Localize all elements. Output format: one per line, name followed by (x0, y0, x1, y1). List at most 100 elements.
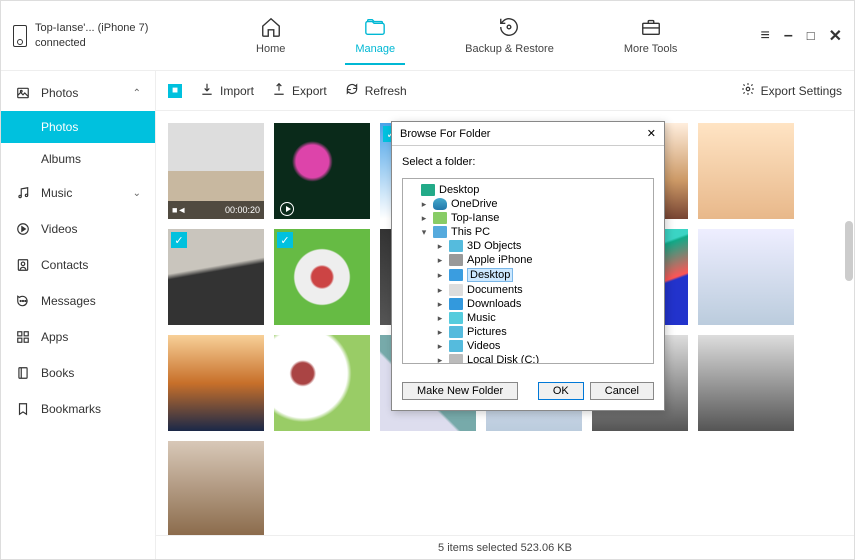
device-info[interactable]: Top-Ianse'... (iPhone 7) connected (13, 21, 173, 50)
tree-onedrive[interactable]: ▸OneDrive (407, 197, 649, 211)
sidebar-contacts-label: Contacts (41, 258, 88, 272)
menu-icon[interactable]: ≡ (760, 27, 769, 45)
disk-icon (449, 354, 463, 364)
select-all-checkbox[interactable]: ■ (168, 84, 182, 98)
expand-icon[interactable]: ▸ (435, 255, 445, 266)
music-folder-icon (449, 312, 463, 324)
nav-backup[interactable]: Backup & Restore (455, 7, 564, 65)
music-icon (15, 185, 31, 201)
bookmarks-icon (15, 401, 31, 417)
main-nav: Home Manage Backup & Restore More Tools (173, 7, 760, 65)
folder-icon (363, 15, 387, 39)
folder-tree[interactable]: Desktop ▸OneDrive ▸Top-Ianse ▾This PC ▸3… (402, 178, 654, 364)
dialog-buttons: Make New Folder OK Cancel (392, 374, 664, 410)
dialog-close-icon[interactable]: ✕ (647, 127, 656, 140)
videos-folder-icon (449, 340, 463, 352)
sidebar-bookmarks[interactable]: Bookmarks (1, 391, 155, 427)
refresh-label: Refresh (365, 84, 407, 98)
backup-icon (497, 15, 521, 39)
dialog-body: Select a folder: Desktop ▸OneDrive ▸Top-… (392, 146, 664, 374)
import-icon (200, 82, 214, 99)
tree-apple-iphone[interactable]: ▸Apple iPhone (407, 253, 649, 267)
photo-thumb[interactable] (698, 229, 794, 325)
expand-icon[interactable]: ▸ (435, 285, 445, 296)
ok-button[interactable]: OK (538, 382, 584, 400)
photo-thumb[interactable] (168, 441, 264, 535)
browse-folder-dialog: Browse For Folder ✕ Select a folder: Des… (391, 121, 665, 411)
gear-icon (741, 82, 755, 99)
maximize-icon[interactable]: □ (807, 28, 815, 43)
tree-desktop-root[interactable]: Desktop (407, 183, 649, 197)
tree-user[interactable]: ▸Top-Ianse (407, 211, 649, 225)
sidebar-apps[interactable]: Apps (1, 319, 155, 355)
photo-thumb[interactable] (168, 335, 264, 431)
photo-thumb[interactable]: ✓ (274, 229, 370, 325)
photo-thumb[interactable]: ✓ (168, 229, 264, 325)
sidebar: Photos ⌃ Photos Albums Music ⌄ Videos Co… (1, 71, 156, 559)
nav-tools[interactable]: More Tools (614, 7, 688, 65)
expand-icon[interactable]: ▸ (435, 355, 445, 365)
minimize-icon[interactable]: – (784, 27, 793, 45)
export-settings-button[interactable]: Export Settings (741, 82, 842, 99)
sidebar-music[interactable]: Music ⌄ (1, 175, 155, 211)
tree-documents[interactable]: ▸Documents (407, 283, 649, 297)
import-button[interactable]: Import (200, 82, 254, 99)
expand-icon[interactable]: ▸ (435, 313, 445, 324)
make-new-folder-button[interactable]: Make New Folder (402, 382, 518, 400)
sidebar-books-label: Books (41, 366, 74, 380)
sidebar-photos[interactable]: Photos ⌃ (1, 75, 155, 111)
cancel-button[interactable]: Cancel (590, 382, 654, 400)
tree-pictures[interactable]: ▸Pictures (407, 325, 649, 339)
sidebar-books[interactable]: Books (1, 355, 155, 391)
sidebar-bookmarks-label: Bookmarks (41, 402, 101, 416)
sidebar-messages[interactable]: Messages (1, 283, 155, 319)
scrollbar[interactable] (845, 221, 853, 281)
video-overlay: ■◄ 00:00:20 (168, 201, 264, 219)
nav-manage-label: Manage (355, 43, 395, 55)
photo-thumb[interactable] (274, 123, 370, 219)
tree-local-disk[interactable]: ▸Local Disk (C:) (407, 353, 649, 364)
expand-icon[interactable]: ▸ (435, 270, 445, 281)
expand-icon[interactable]: ▸ (435, 327, 445, 338)
sidebar-albums[interactable]: Albums (1, 143, 155, 175)
refresh-button[interactable]: Refresh (345, 82, 407, 99)
sidebar-videos[interactable]: Videos (1, 211, 155, 247)
check-icon: ✓ (171, 232, 187, 248)
expand-icon[interactable]: ▸ (435, 241, 445, 252)
nav-backup-label: Backup & Restore (465, 43, 554, 55)
collapse-icon[interactable]: ▾ (419, 227, 429, 238)
chevron-up-icon: ⌃ (133, 88, 141, 99)
tree-music[interactable]: ▸Music (407, 311, 649, 325)
export-button[interactable]: Export (272, 82, 327, 99)
device-text: Top-Ianse'... (iPhone 7) connected (35, 21, 148, 50)
device-status: connected (35, 36, 148, 50)
expand-icon[interactable]: ▸ (435, 299, 445, 310)
sidebar-music-label: Music (41, 186, 72, 200)
sidebar-contacts[interactable]: Contacts (1, 247, 155, 283)
expand-icon[interactable]: ▸ (419, 199, 429, 210)
nav-tools-label: More Tools (624, 43, 678, 55)
messages-icon (15, 293, 31, 309)
tree-videos[interactable]: ▸Videos (407, 339, 649, 353)
nav-home[interactable]: Home (246, 7, 295, 65)
tree-downloads[interactable]: ▸Downloads (407, 297, 649, 311)
photo-thumb[interactable] (698, 335, 794, 431)
expand-icon[interactable]: ▸ (419, 213, 429, 224)
folder-3d-icon (449, 240, 463, 252)
tree-3d-objects[interactable]: ▸3D Objects (407, 239, 649, 253)
cloud-icon (433, 198, 447, 210)
photo-thumb[interactable] (274, 335, 370, 431)
expand-icon[interactable]: ▸ (435, 341, 445, 352)
sidebar-photos-sub[interactable]: Photos (1, 111, 155, 143)
tree-desktop[interactable]: ▸Desktop (407, 267, 649, 283)
nav-manage[interactable]: Manage (345, 7, 405, 65)
close-icon[interactable]: ✕ (829, 26, 842, 46)
photo-thumb[interactable]: ■◄ 00:00:20 (168, 123, 264, 219)
camcorder-icon: ■◄ (172, 205, 186, 215)
photo-thumb[interactable] (698, 123, 794, 219)
status-text: 5 items selected 523.06 KB (438, 542, 572, 554)
dialog-titlebar: Browse For Folder ✕ (392, 122, 664, 146)
videos-icon (15, 221, 31, 237)
tree-this-pc[interactable]: ▾This PC (407, 225, 649, 239)
dialog-title: Browse For Folder (400, 128, 490, 140)
